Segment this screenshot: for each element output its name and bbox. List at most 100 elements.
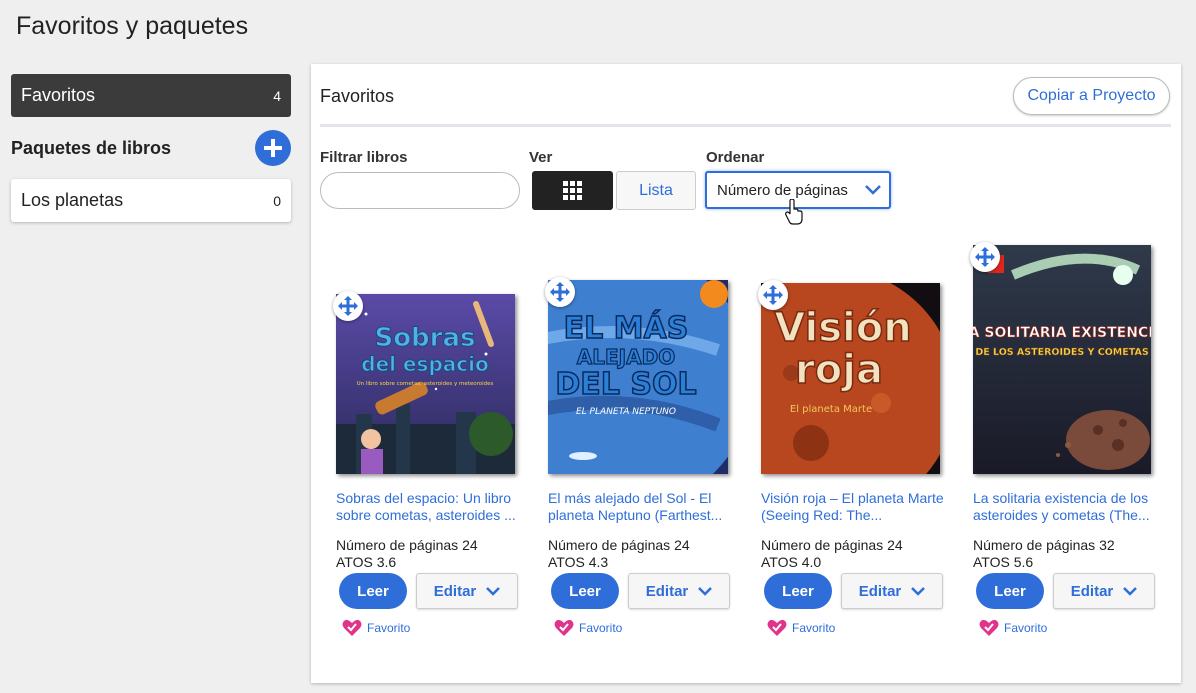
edit-button[interactable]: Editar <box>628 573 730 609</box>
pages-label: Número de páginas <box>973 537 1096 553</box>
cover-title-3: DEL SOL <box>555 367 696 402</box>
chevron-down-icon <box>911 586 926 596</box>
panel-title: Favoritos <box>320 86 395 106</box>
chevron-down-icon <box>486 586 501 596</box>
atos-label: ATOS <box>973 554 1010 570</box>
heart-icon <box>767 619 787 636</box>
chevron-down-icon <box>865 185 881 195</box>
atos-value: 4.3 <box>588 554 609 570</box>
edit-label: Editar <box>1070 582 1114 600</box>
cover-title: LA SOLITARIA EXISTENCIA <box>973 325 1151 341</box>
sort-label: Ordenar <box>706 149 765 166</box>
favorites-panel: Favoritos Copiar a Proyecto Filtrar libr… <box>311 64 1181 683</box>
favorite-label: Favorito <box>579 621 623 635</box>
page-title: Favoritos y paquetes <box>16 12 249 40</box>
cover-title-2: del espacio <box>361 352 488 376</box>
book-cover[interactable]: Visión roja El planeta Marte <box>761 283 940 474</box>
grid-view-button[interactable] <box>532 171 613 210</box>
book-title-link[interactable]: La solitaria existencia de los asteroide… <box>973 490 1158 524</box>
move-icon[interactable] <box>970 242 1000 272</box>
book-title-link[interactable]: El más alejado del Sol - El planeta Nept… <box>548 490 733 524</box>
chevron-down-icon <box>1123 586 1138 596</box>
atos-label: ATOS <box>548 554 585 570</box>
cover-subtitle: El planeta Marte <box>790 404 872 415</box>
cover-title-2: roja <box>795 347 883 393</box>
package-count: 0 <box>273 192 281 209</box>
hand-cursor-icon <box>785 199 803 225</box>
sort-value: Número de páginas <box>717 181 848 199</box>
cover-subtitle: EL PLANETA NEPTUNO <box>576 407 676 417</box>
list-view-button[interactable]: Lista <box>616 171 696 210</box>
book-title-link[interactable]: Sobras del espacio: Un libro sobre comet… <box>336 490 521 524</box>
pages-value: 24 <box>674 537 690 553</box>
grid-icon <box>562 180 582 200</box>
cover-title: Sobras <box>374 323 475 353</box>
cover-title-2: DE LOS ASTEROIDES Y COMETAS <box>975 347 1149 358</box>
cover-title: Visión <box>774 305 911 351</box>
add-package-button[interactable] <box>255 130 291 166</box>
atos-row: ATOS 3.6 <box>336 554 396 570</box>
book-title-link[interactable]: Visión roja – El planeta Marte (Seeing R… <box>761 490 946 524</box>
read-button[interactable]: Leer <box>551 573 619 609</box>
favorite-label: Favorito <box>1004 621 1048 635</box>
move-icon[interactable] <box>545 277 575 307</box>
favorite-label: Favorito <box>792 621 836 635</box>
pages-label: Número de páginas <box>761 537 884 553</box>
view-label: Ver <box>529 149 553 166</box>
favorites-count: 4 <box>273 87 281 104</box>
heart-icon <box>979 619 999 636</box>
favorite-toggle[interactable]: Favorito <box>342 619 410 637</box>
read-button[interactable]: Leer <box>764 573 832 609</box>
read-button[interactable]: Leer <box>339 573 407 609</box>
pages-value: 32 <box>1099 537 1115 553</box>
atos-value: 3.6 <box>376 554 397 570</box>
sidebar-item-los-planetas[interactable]: Los planetas 0 <box>11 179 291 222</box>
pages-row: Número de páginas 24 <box>548 537 690 553</box>
edit-button[interactable]: Editar <box>841 573 943 609</box>
divider <box>320 124 1171 127</box>
filter-input[interactable] <box>320 172 520 209</box>
read-button[interactable]: Leer <box>976 573 1044 609</box>
edit-button[interactable]: Editar <box>416 573 518 609</box>
atos-value: 4.0 <box>801 554 822 570</box>
favorite-toggle[interactable]: Favorito <box>554 619 622 637</box>
atos-row: ATOS 5.6 <box>973 554 1033 570</box>
book-cover[interactable]: EL MÁS ALEJADO DEL SOL EL PLANETA NEPTUN… <box>548 280 728 474</box>
cover-subtitle: Un libro sobre cometas, asteroides y met… <box>357 381 494 387</box>
heart-icon <box>342 619 362 636</box>
favorite-label: Favorito <box>367 621 411 635</box>
book-cover[interactable]: LA SOLITARIA EXISTENCIA DE LOS ASTEROIDE… <box>973 245 1151 474</box>
edit-label: Editar <box>645 582 689 600</box>
favorite-toggle[interactable]: Favorito <box>979 619 1047 637</box>
edit-label: Editar <box>858 582 902 600</box>
copy-to-project-button[interactable]: Copiar a Proyecto <box>1013 77 1170 115</box>
pages-row: Número de páginas 24 <box>761 537 903 553</box>
edit-button[interactable]: Editar <box>1053 573 1155 609</box>
edit-label: Editar <box>433 582 477 600</box>
pages-row: Número de páginas 32 <box>973 537 1115 553</box>
chevron-down-icon <box>698 586 713 596</box>
cover-title-2: ALEJADO <box>577 345 675 369</box>
package-label: Los planetas <box>21 190 124 210</box>
heart-icon <box>554 619 574 636</box>
pages-value: 24 <box>887 537 903 553</box>
pages-row: Número de páginas 24 <box>336 537 478 553</box>
sidebar-item-label: Favoritos <box>21 85 96 105</box>
cover-title: EL MÁS <box>564 310 689 346</box>
atos-label: ATOS <box>336 554 373 570</box>
pages-value: 24 <box>462 537 478 553</box>
pages-label: Número de páginas <box>548 537 671 553</box>
packages-title: Paquetes de libros <box>11 137 172 158</box>
atos-value: 5.6 <box>1013 554 1034 570</box>
book-cover[interactable]: Sobras del espacio Un libro sobre cometa… <box>336 294 515 474</box>
atos-label: ATOS <box>761 554 798 570</box>
filter-label: Filtrar libros <box>320 149 408 166</box>
favorite-toggle[interactable]: Favorito <box>767 619 835 637</box>
move-icon[interactable] <box>333 291 363 321</box>
pages-label: Número de páginas <box>336 537 459 553</box>
sidebar-item-favorites[interactable]: Favoritos 4 <box>11 74 291 117</box>
atos-row: ATOS 4.3 <box>548 554 608 570</box>
move-icon[interactable] <box>758 280 788 310</box>
packages-header: Paquetes de libros <box>11 130 291 166</box>
plus-icon <box>264 139 282 157</box>
